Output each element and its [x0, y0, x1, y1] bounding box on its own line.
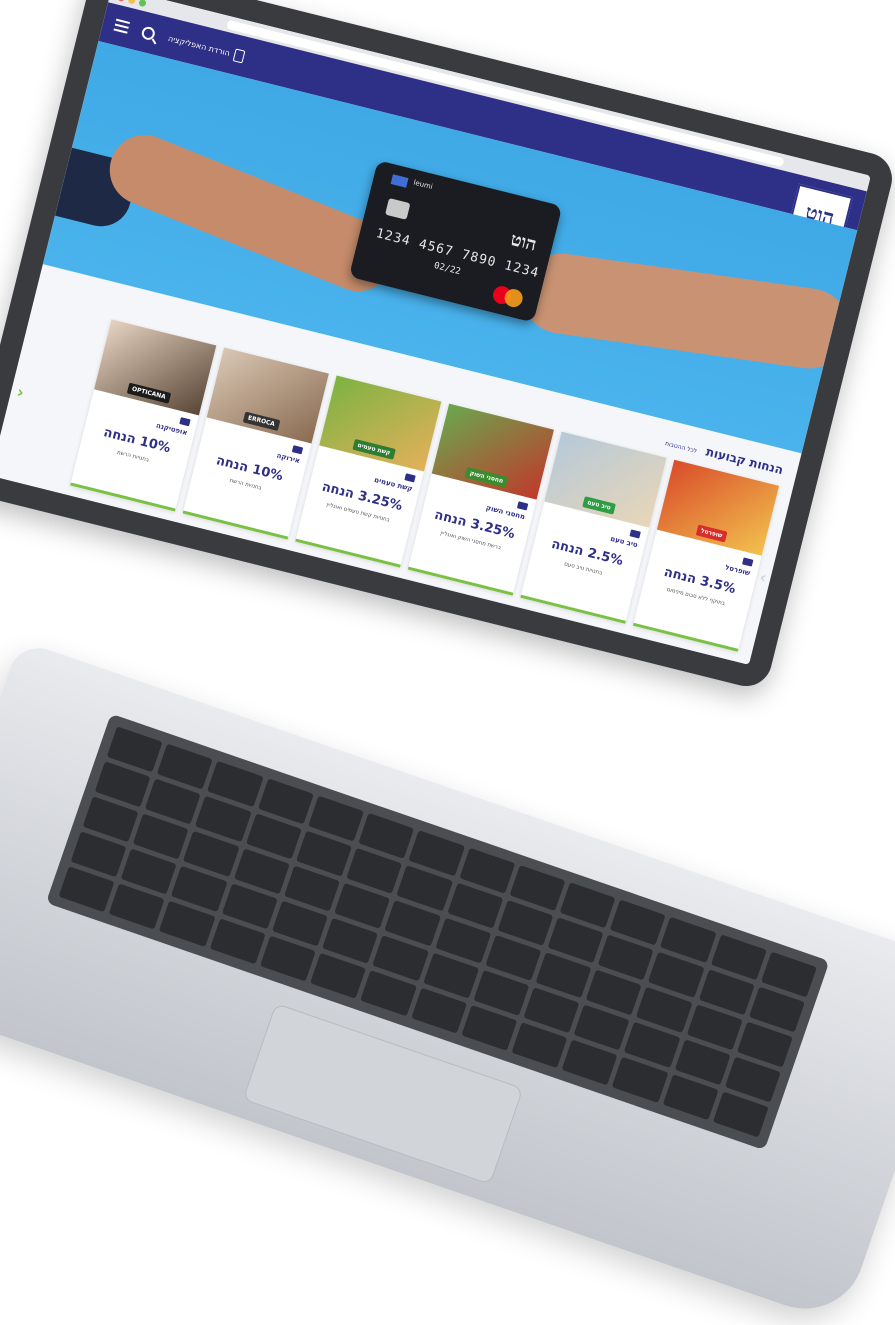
card-expiry: 02/22: [432, 261, 462, 278]
website-screen: הורדת האפליקציה הוט הבית שלך לחיסכון leu…: [0, 0, 871, 665]
maximize-window-icon[interactable]: [138, 0, 147, 7]
store-logo: ERROCA: [242, 411, 280, 431]
hand-right: [516, 248, 855, 374]
bank-logo-icon: [390, 174, 409, 188]
phone-icon: [233, 48, 247, 64]
carousel-next-icon[interactable]: ›: [758, 567, 769, 587]
card-icon: [291, 445, 304, 455]
mastercard-icon: [491, 284, 525, 309]
card-icon: [742, 557, 754, 567]
close-window-icon[interactable]: [117, 0, 126, 2]
minimize-window-icon[interactable]: [127, 0, 137, 5]
card-logo: הוט: [508, 228, 539, 256]
credit-card-image: leumi הוט 1234 4567 7890 1234 02/22: [348, 160, 563, 323]
laptop-base: [0, 640, 895, 1325]
hamburger-menu-icon[interactable]: [113, 16, 131, 37]
laptop-screen-bezel: הורדת האפליקציה הוט הבית שלך לחיסכון leu…: [0, 0, 895, 692]
card-icon: [404, 473, 416, 483]
store-logo: טיב טעם: [582, 496, 616, 515]
card-brand-text: leumi: [412, 178, 434, 192]
download-app-link[interactable]: הורדת האפליקציה: [167, 32, 247, 64]
search-icon[interactable]: [140, 24, 157, 41]
download-app-label: הורדת האפליקציה: [167, 33, 231, 58]
all-benefits-link[interactable]: לכל ההטבות: [664, 440, 697, 455]
chip-icon: [385, 197, 411, 220]
card-icon: [179, 417, 191, 427]
card-icon: [516, 501, 529, 511]
store-logo: שופרסל: [695, 524, 728, 543]
card-icon: [629, 529, 641, 539]
